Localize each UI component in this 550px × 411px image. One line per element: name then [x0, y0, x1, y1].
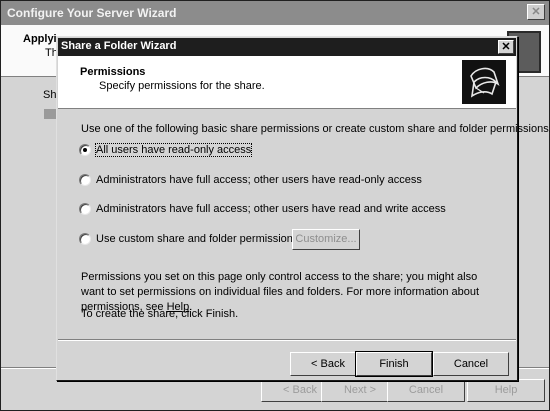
radio-button[interactable]: [79, 233, 91, 245]
header-title: Permissions: [80, 66, 146, 78]
header-subtitle: Specify permissions for the share.: [99, 80, 265, 92]
dialog-titlebar: Share a Folder Wizard ✕: [58, 38, 516, 56]
option-admin-full-others-read-write[interactable]: Administrators have full access; other u…: [79, 201, 446, 217]
radio-button[interactable]: [79, 174, 91, 186]
radio-button[interactable]: [79, 144, 91, 156]
background-header-title: Applyi: [23, 33, 57, 45]
finish-note: To create the share, click Finish.: [81, 308, 239, 320]
radio-button[interactable]: [79, 203, 91, 215]
option-custom-permissions[interactable]: Use custom share and folder permissions: [79, 231, 298, 247]
share-folder-wizard-dialog: Share a Folder Wizard ✕ Permissions Spec…: [56, 36, 550, 381]
customize-button[interactable]: Customize...: [292, 229, 360, 250]
cancel-button[interactable]: Cancel: [433, 352, 509, 376]
dialog-separator: [58, 339, 516, 341]
option-label: Administrators have full access; other u…: [96, 174, 422, 186]
option-label: Administrators have full access; other u…: [96, 203, 446, 215]
background-window-title: Configure Your Server Wizard: [7, 6, 177, 20]
finish-button[interactable]: Finish: [355, 351, 433, 377]
intro-text: Use one of the following basic share per…: [81, 123, 550, 135]
shared-folder-icon: [462, 60, 506, 104]
background-status-label: Sh: [43, 89, 57, 101]
dialog-title: Share a Folder Wizard: [61, 40, 177, 52]
background-close-button[interactable]: ✕: [527, 4, 545, 20]
dialog-close-button[interactable]: ✕: [498, 40, 514, 54]
background-cancel-button[interactable]: Cancel: [387, 379, 465, 402]
option-read-only[interactable]: All users have read-only access: [79, 142, 253, 158]
option-label: Use custom share and folder permissions: [96, 233, 299, 245]
back-button[interactable]: < Back: [290, 352, 366, 376]
background-help-button[interactable]: Help: [467, 379, 545, 402]
info-text: Permissions you set on this page only co…: [81, 271, 480, 313]
dialog-header: Permissions Specify permissions for the …: [58, 56, 516, 109]
background-titlebar: Configure Your Server Wizard ✕: [1, 1, 549, 25]
option-label: All users have read-only access: [94, 143, 253, 157]
option-admin-full-others-read[interactable]: Administrators have full access; other u…: [79, 172, 422, 188]
